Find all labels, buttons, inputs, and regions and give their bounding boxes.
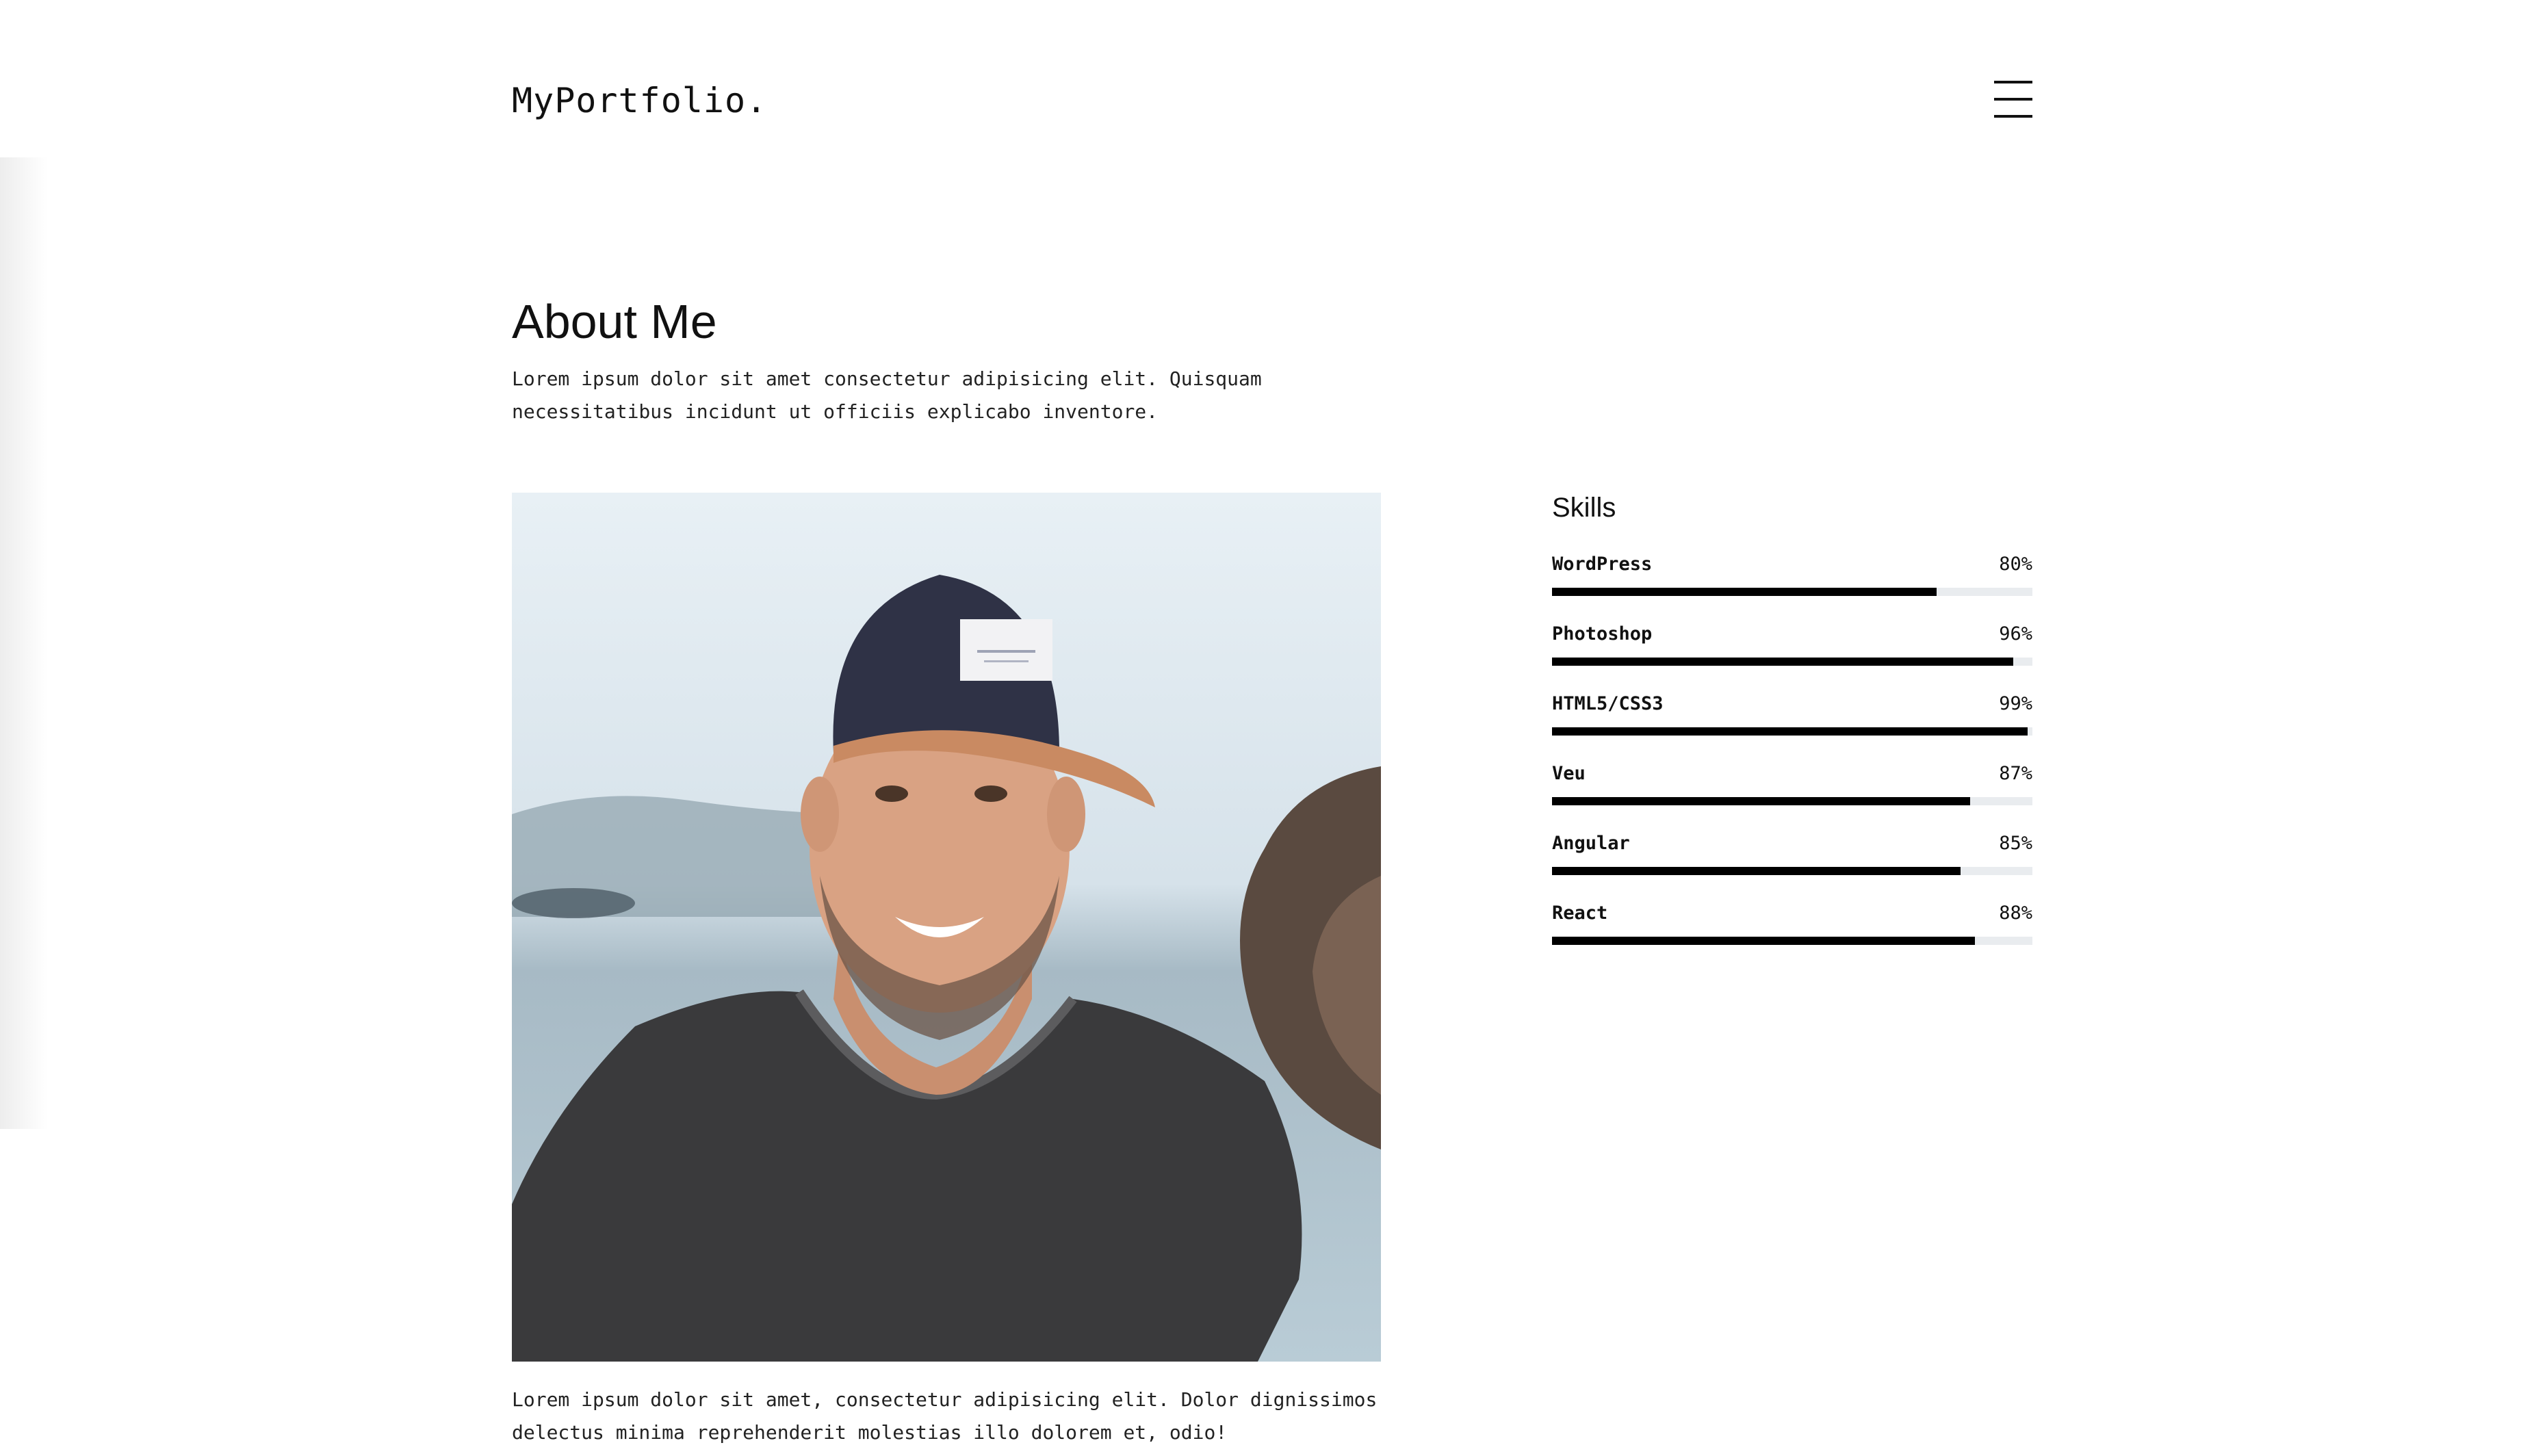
- skill-percent: 99%: [1999, 693, 2032, 714]
- skill-name: HTML5/CSS3: [1552, 693, 1664, 714]
- skill-percent: 87%: [1999, 763, 2032, 784]
- menu-line: [1994, 81, 2032, 83]
- hamburger-menu-icon[interactable]: [1994, 81, 2032, 118]
- skills-list: WordPress 80% Photoshop 96% HTML5/CSS3 9…: [1552, 554, 2032, 972]
- skill-name: Veu: [1552, 763, 1586, 784]
- skill-item: Angular 85%: [1552, 833, 2032, 902]
- skill-progress-track: [1552, 658, 2032, 666]
- skill-percent: 80%: [1999, 554, 2032, 575]
- skill-item: WordPress 80%: [1552, 554, 2032, 623]
- skill-progress-track: [1552, 727, 2032, 736]
- about-intro-text: Lorem ipsum dolor sit amet consectetur a…: [512, 367, 1262, 423]
- skills-title: Skills: [1552, 493, 1616, 523]
- profile-photo-illustration: [512, 493, 1381, 1362]
- skill-name: React: [1552, 902, 1608, 924]
- skill-progress-track: [1552, 867, 2032, 875]
- skill-progress-fill: [1552, 867, 1961, 875]
- skill-progress-fill: [1552, 727, 2028, 736]
- skill-percent: 96%: [1999, 623, 2032, 645]
- skill-progress-track: [1552, 588, 2032, 596]
- skill-progress-track: [1552, 797, 2032, 805]
- photo-caption: Lorem ipsum dolor sit amet, consectetur …: [512, 1388, 1378, 1444]
- menu-line: [1994, 98, 2032, 101]
- skill-name: WordPress: [1552, 554, 1653, 575]
- skill-percent: 85%: [1999, 833, 2032, 854]
- menu-line: [1994, 115, 2032, 118]
- skills-section: Skills WordPress 80% Photoshop 96% HTML5…: [1552, 493, 2032, 972]
- site-logo[interactable]: MyPortfolio.: [512, 81, 767, 120]
- skill-progress-fill: [1552, 797, 1970, 805]
- skill-item: Veu 87%: [1552, 763, 2032, 833]
- skill-progress-fill: [1552, 658, 2013, 666]
- skill-progress-fill: [1552, 588, 1937, 596]
- side-panel-shadow: [0, 157, 48, 1129]
- skill-name: Angular: [1552, 833, 1630, 854]
- profile-photo: [512, 493, 1381, 1362]
- site-header: MyPortfolio.: [512, 75, 2032, 130]
- skill-progress-track: [1552, 937, 2032, 945]
- skill-item: React 88%: [1552, 902, 2032, 972]
- skill-progress-fill: [1552, 937, 1975, 945]
- skill-name: Photoshop: [1552, 623, 1653, 645]
- skill-item: Photoshop 96%: [1552, 623, 2032, 693]
- skill-percent: 88%: [1999, 902, 2032, 924]
- page-title: About Me: [512, 295, 717, 348]
- skill-item: HTML5/CSS3 99%: [1552, 693, 2032, 763]
